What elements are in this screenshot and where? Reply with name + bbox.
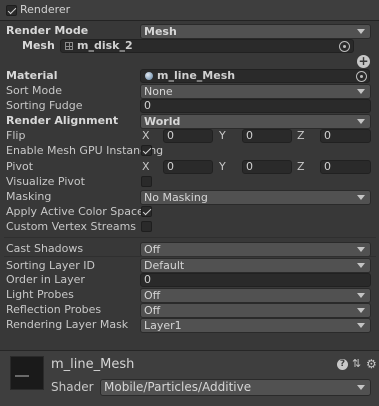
pivot-y-label: Y [219,160,226,173]
material-label: Material [6,69,58,82]
pivot-x-label: X [142,160,150,173]
active-color-space-label: Apply Active Color Space [6,205,144,218]
order-in-layer-field[interactable]: 0 [140,273,371,287]
render-mode-label: Render Mode [6,24,89,37]
gear-icon[interactable]: ⚙ [366,358,377,370]
rendering-layer-mask-label: Rendering Layer Mask [6,318,129,331]
material-picker-icon[interactable] [356,71,367,82]
sorting-fudge-field[interactable]: 0 [140,99,371,113]
chevron-down-icon [357,89,365,94]
mesh-value: m_disk_2 [77,39,133,52]
question-circle-icon[interactable]: ? [337,359,348,370]
thumbnail-line [15,375,29,377]
masking-value: No Masking [144,191,208,204]
light-probes-value: Off [144,289,161,302]
render-alignment-dropdown[interactable]: World [140,114,371,129]
masking-dropdown[interactable]: No Masking [140,190,371,205]
renderer-title: Renderer [20,3,71,16]
plus-circle-icon[interactable]: + [357,55,370,68]
chevron-down-icon [357,293,365,298]
visualize-pivot-label: Visualize Pivot [6,175,85,188]
cast-shadows-value: Off [144,243,161,256]
sort-mode-value: None [144,85,173,98]
pivot-z-label: Z [297,160,305,173]
custom-vertex-streams-checkbox[interactable] [141,221,152,232]
sorting-layer-label: Sorting Layer ID [6,259,95,272]
flip-label: Flip [6,129,26,142]
renderer-header[interactable]: Renderer [0,0,379,21]
chevron-down-icon [357,195,365,200]
chevron-down-icon [357,308,365,313]
chevron-down-icon [357,323,365,328]
sliders-icon[interactable]: ⇅ [352,358,361,370]
order-in-layer-label: Order in Layer [6,273,85,286]
rendering-layer-mask-value: Layer1 [144,319,182,332]
pivot-label: Pivot [6,160,34,173]
cast-shadows-dropdown[interactable]: Off [140,242,371,257]
light-probes-dropdown[interactable]: Off [140,288,371,303]
flip-x-label: X [142,129,150,142]
masking-label: Masking [6,190,52,203]
material-sphere-icon [145,72,153,80]
custom-vertex-streams-label: Custom Vertex Streams [6,220,137,233]
pivot-y-field[interactable]: 0 [242,160,292,174]
rendering-layer-mask-dropdown[interactable]: Layer1 [140,318,371,333]
reflection-probes-value: Off [144,304,161,317]
shader-dropdown[interactable]: Mobile/Particles/Additive [100,379,371,396]
reflection-probes-dropdown[interactable]: Off [140,303,371,318]
chevron-down-icon [357,263,365,268]
sorting-layer-value: Default [144,259,185,272]
chevron-down-icon [357,119,365,124]
flip-x-field[interactable]: 0 [163,129,213,143]
pivot-x-field[interactable]: 0 [163,160,213,174]
material-value: m_line_Mesh [157,69,236,82]
mesh-field[interactable]: m_disk_2 [60,39,354,53]
shader-label: Shader [51,380,94,394]
divider [4,256,376,257]
render-mode-value: Mesh [144,25,177,38]
flip-y-label: Y [219,129,226,142]
chevron-down-icon [357,385,365,390]
material-field[interactable]: m_line_Mesh [140,69,370,83]
active-color-space-checkbox[interactable] [141,206,152,217]
light-probes-label: Light Probes [6,288,74,301]
sort-mode-label: Sort Mode [6,84,63,97]
mesh-icon [65,42,73,50]
renderer-enabled-checkbox[interactable] [6,5,17,16]
gpu-instancing-checkbox[interactable] [141,145,152,156]
reflection-probes-label: Reflection Probes [6,303,102,316]
chevron-down-icon [357,247,365,252]
flip-z-field[interactable]: 0 [320,129,371,143]
sorting-layer-dropdown[interactable]: Default [140,258,371,273]
visualize-pivot-checkbox[interactable] [141,176,152,187]
sorting-fudge-label: Sorting Fudge [6,99,83,112]
chevron-down-icon [357,29,365,34]
material-thumbnail[interactable] [10,356,44,390]
shader-value: Mobile/Particles/Additive [104,380,252,394]
sort-mode-dropdown[interactable]: None [140,84,371,99]
render-alignment-value: World [144,115,181,128]
flip-y-field[interactable]: 0 [242,129,292,143]
divider [4,237,376,238]
gpu-instancing-label: Enable Mesh GPU Instancing [6,144,164,157]
cast-shadows-label: Cast Shadows [6,242,84,255]
mesh-label: Mesh [22,39,55,52]
render-alignment-label: Render Alignment [6,114,119,127]
render-mode-dropdown[interactable]: Mesh [140,24,371,39]
material-name: m_line_Mesh [51,357,135,372]
flip-z-label: Z [297,129,305,142]
pivot-z-field[interactable]: 0 [320,160,371,174]
mesh-picker-icon[interactable] [339,41,350,52]
